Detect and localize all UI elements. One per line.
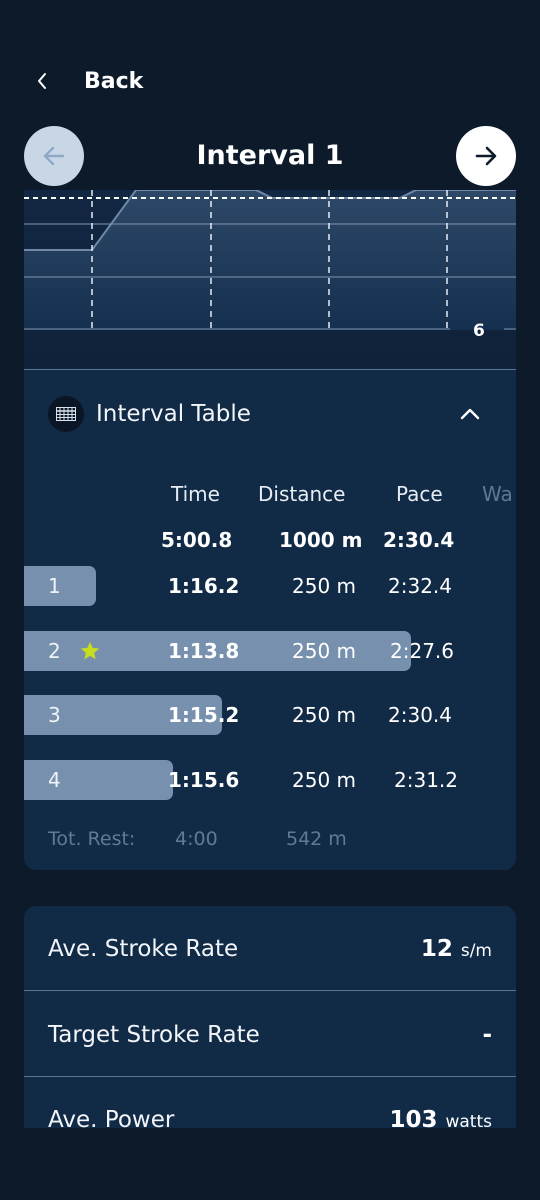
interval-row-number: 3: [48, 703, 61, 727]
chart-axis-label: 6: [473, 321, 485, 341]
interval-detail-screen: { "header": { "back_label": "Back", "tit…: [0, 0, 540, 1200]
interval-row-number: 2: [48, 639, 61, 663]
total-pace: 2:30.4: [383, 528, 455, 552]
total-time: 5:00.8: [161, 528, 233, 552]
stat-label-stroke-rate: Ave. Stroke Rate: [48, 936, 239, 962]
interval-row-number: 4: [48, 768, 61, 792]
chevron-up-icon[interactable]: [458, 402, 482, 426]
interval-table-title: Interval Table: [96, 401, 251, 427]
interval-row-time: 1:16.2: [168, 574, 240, 598]
table-icon: [48, 396, 84, 432]
column-header-distance[interactable]: Distance: [258, 480, 345, 508]
stat-unit: s/m: [460, 941, 492, 961]
page-title: Interval 1: [196, 140, 344, 171]
stat-value-target-stroke-rate: -: [482, 1019, 492, 1051]
interval-chart: 6: [24, 190, 516, 370]
stat-value-power: 103 watts: [389, 1104, 492, 1128]
interval-row-distance: 250 m: [292, 703, 357, 727]
stat-number: -: [482, 1022, 492, 1048]
interval-row-pace: 2:30.4: [388, 703, 452, 727]
interval-row-pace: 2:27.6: [390, 639, 454, 663]
interval-row-distance: 250 m: [292, 639, 357, 663]
column-header-time[interactable]: Time: [171, 480, 220, 508]
interval-row-time: 1:13.8: [168, 639, 240, 663]
interval-row-distance: 250 m: [292, 768, 357, 792]
arrow-right-icon: [475, 146, 497, 166]
interval-row-number: 1: [48, 574, 61, 598]
divider: [24, 990, 516, 991]
stat-value-stroke-rate: 12 s/m: [421, 933, 492, 967]
interval-row-pace: 2:32.4: [388, 574, 452, 598]
star-icon: [80, 641, 100, 660]
stat-number: 12: [420, 936, 453, 962]
column-header-pace[interactable]: Pace: [396, 480, 443, 508]
interval-row-time: 1:15.2: [168, 703, 240, 727]
total-rest-distance: 542 m: [286, 828, 347, 850]
total-rest-time: 4:00: [175, 828, 218, 850]
stat-label-power: Ave. Power: [48, 1107, 175, 1128]
arrow-left-icon: [43, 146, 65, 166]
interval-row-distance: 250 m: [292, 574, 357, 598]
previous-interval-button[interactable]: [24, 126, 84, 186]
next-interval-button[interactable]: [456, 126, 516, 186]
total-rest-label: Tot. Rest:: [48, 828, 136, 850]
stat-row-power-clip: Ave. Power 103 watts: [24, 1077, 516, 1128]
divider: [24, 369, 516, 370]
interval-row-pace: 2:31.2: [394, 768, 458, 792]
column-header-watts[interactable]: Wa: [482, 480, 516, 508]
stat-label-target-stroke-rate: Target Stroke Rate: [48, 1022, 260, 1048]
interval-row-time: 1:15.6: [168, 768, 240, 792]
stat-unit: watts: [445, 1112, 492, 1128]
back-chevron-icon[interactable]: [34, 66, 52, 96]
stat-number: 103: [389, 1107, 438, 1128]
back-button[interactable]: Back: [84, 66, 143, 98]
total-distance: 1000 m: [279, 528, 363, 552]
